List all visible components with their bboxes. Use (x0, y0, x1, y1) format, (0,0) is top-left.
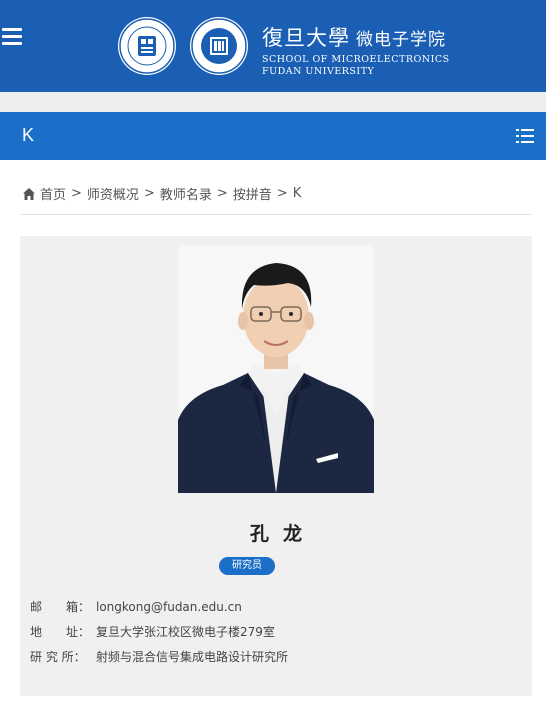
list-menu-icon[interactable] (516, 128, 534, 144)
email-value[interactable]: longkong@fudan.edu.cn (96, 600, 242, 614)
header-spacer (0, 92, 546, 112)
school-name-en: SCHOOL OF MICROELECTRONICS (262, 54, 450, 65)
site-header: 復旦大學 微电子学院 SCHOOL OF MICROELECTRONICS FUD… (0, 0, 546, 92)
title-badge: 研究员 (219, 557, 275, 575)
breadcrumb-separator: > (276, 186, 288, 201)
menu-icon[interactable] (2, 28, 22, 48)
university-name-cn: 復旦大學 (262, 26, 350, 50)
institute-row: 研 究 所： 射频与混合信号集成电路设计研究所 (30, 648, 288, 665)
fudan-university-seal (118, 17, 176, 75)
address-row: 地 址： 复旦大学张江校区微电子楼279室 (30, 623, 275, 640)
breadcrumb-faculty-overview[interactable]: 师资概况 (87, 184, 139, 203)
breadcrumb-home[interactable]: 首页 (40, 184, 66, 203)
email-row: 邮 箱： longkong@fudan.edu.cn (30, 598, 242, 615)
breadcrumb-faculty-directory[interactable]: 教师名录 (160, 184, 212, 203)
profile-card: 孔龙 研究员 邮 箱： longkong@fudan.edu.cn 地 址： 复旦大… (20, 236, 532, 696)
school-name-cn: 微电子学院 (356, 30, 446, 50)
address-value: 复旦大学张江校区微电子楼279室 (96, 625, 275, 639)
breadcrumb: 首页 > 师资概况 > 教师名录 > 按拼音 > K (22, 184, 301, 203)
breadcrumb-separator: > (216, 186, 228, 201)
email-label: 邮 箱： (30, 600, 91, 614)
divider (20, 214, 532, 215)
address-label: 地 址： (30, 625, 91, 639)
breadcrumb-current: K (292, 186, 302, 201)
institute-value: 射频与混合信号集成电路设计研究所 (96, 650, 289, 664)
section-bar: K (0, 112, 546, 160)
profile-name: 孔龙 (249, 523, 316, 545)
section-title: K (22, 125, 35, 145)
university-name-en: FUDAN UNIVERSITY (262, 66, 375, 77)
breadcrumb-by-pinyin[interactable]: 按拼音 (233, 184, 272, 203)
breadcrumb-separator: > (71, 186, 82, 201)
breadcrumb-separator: > (143, 186, 155, 201)
home-icon[interactable] (22, 187, 36, 201)
institute-label: 研 究 所： (30, 650, 86, 664)
profile-photo (178, 245, 374, 493)
brand-title-cn[interactable]: 復旦大學 微电子学院 (262, 22, 446, 52)
school-of-microelectronics-seal (190, 17, 248, 75)
